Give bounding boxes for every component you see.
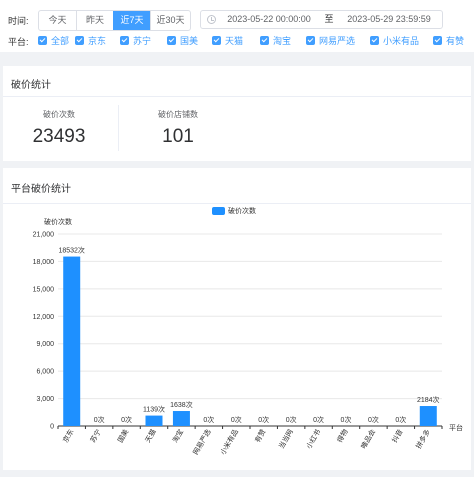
y-tick-label: 6,000 (36, 369, 54, 376)
data-label: 0次 (94, 415, 105, 424)
y-tick-label: 9,000 (36, 341, 54, 348)
bar-chart: 破价次数 0 3,000 6,000 9,000 12,000 15,000 18,000 21… (33, 217, 463, 457)
x-tick-label: 得物 (335, 428, 350, 445)
y-tick-label: 21,000 (33, 232, 55, 239)
data-label: 0次 (395, 415, 406, 424)
bar (172, 411, 190, 426)
data-label: 0次 (286, 415, 297, 424)
data-label: 0次 (231, 415, 242, 424)
y-tick-label: 18,000 (33, 259, 55, 266)
data-label: 1139次 (143, 405, 165, 414)
data-label: 0次 (203, 415, 214, 424)
data-label: 0次 (313, 415, 324, 424)
data-label: 18532次 (58, 246, 84, 255)
data-label: 2184次 (417, 395, 440, 404)
bar (419, 406, 437, 426)
data-label: 0次 (368, 415, 379, 424)
x-tick-label: 拼多多 (414, 428, 432, 451)
y-tick-label: 15,000 (33, 286, 55, 293)
x-axis-title: 平台 (449, 423, 463, 432)
bar (145, 415, 163, 426)
data-label: 0次 (121, 415, 132, 424)
x-tick-label: 抖音 (390, 428, 405, 445)
x-tick-label: 小米有品 (218, 428, 240, 457)
x-tick-label: 淘宝 (170, 428, 185, 445)
x-tick-label: 苏宁 (88, 428, 103, 445)
y-axis-title: 破价次数 (44, 217, 72, 226)
y-tick-label: 12,000 (33, 314, 55, 321)
x-tick-label: 天猫 (143, 428, 158, 445)
y-tick-label: 0 (50, 424, 54, 431)
x-tick-label: 国美 (116, 428, 131, 445)
x-tick-label: 当当网 (277, 428, 295, 451)
x-tick-label: 京东 (61, 428, 76, 445)
data-label: 0次 (258, 415, 269, 424)
y-tick-label: 3,000 (36, 396, 54, 403)
x-tick-label: 唯品会 (359, 428, 377, 451)
x-tick-label: 有赞 (253, 428, 268, 445)
bar (63, 256, 81, 426)
data-label: 1638次 (170, 400, 193, 409)
data-label: 0次 (341, 415, 352, 424)
x-tick-label: 小红书 (304, 428, 322, 451)
x-tick-label: 网易严选 (191, 428, 213, 457)
